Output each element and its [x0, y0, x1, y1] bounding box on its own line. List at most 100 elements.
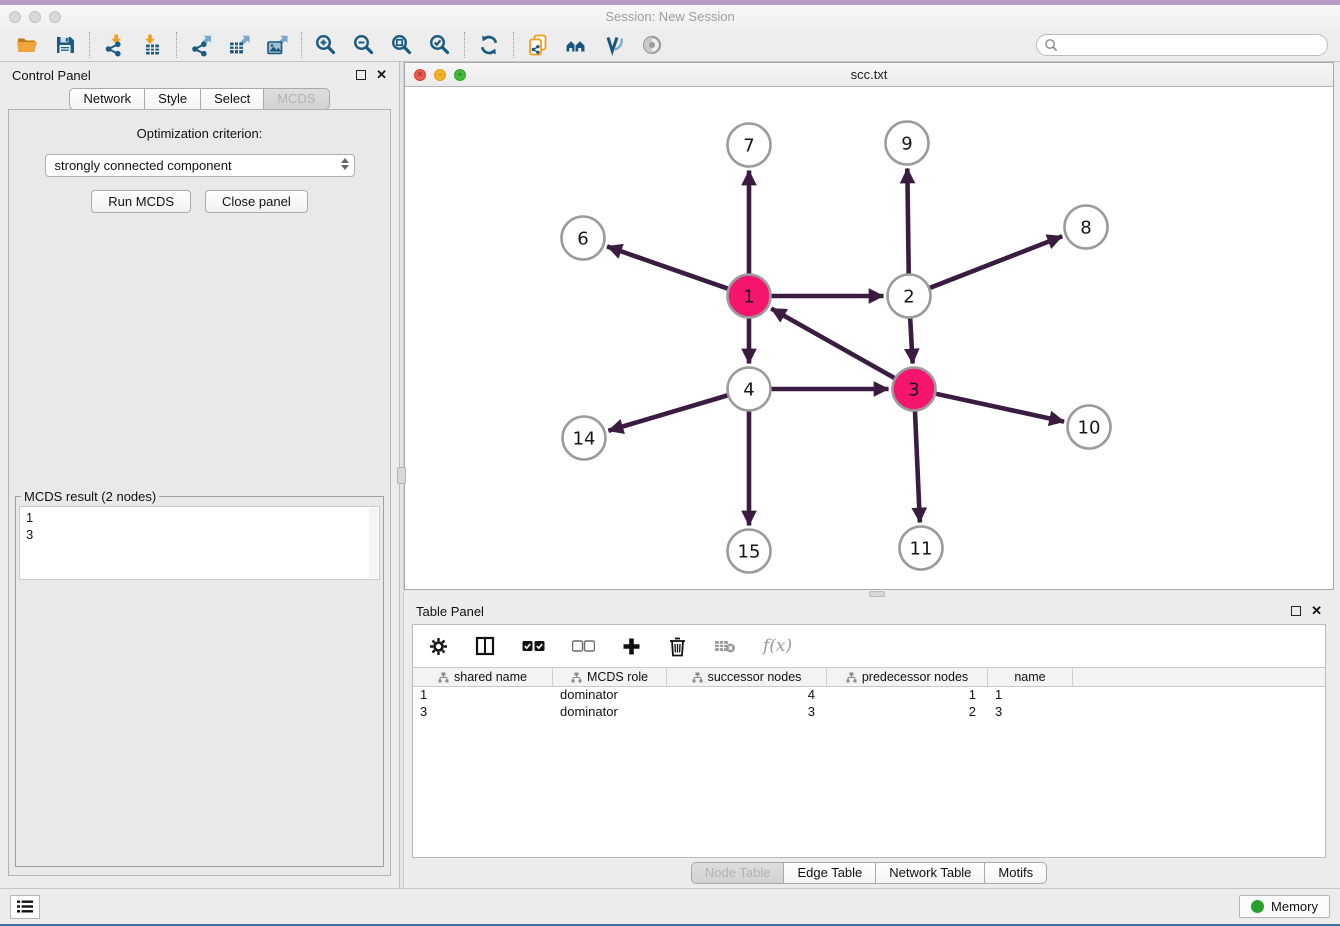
import-table-icon[interactable]: [133, 30, 171, 60]
close-panel-icon[interactable]: ✕: [1311, 606, 1322, 616]
table-header-row: shared nameMCDS rolesuccessor nodesprede…: [413, 667, 1325, 687]
memory-label: Memory: [1271, 899, 1318, 914]
toolbar-separator: [89, 32, 90, 58]
cell-mcds-role-row1[interactable]: dominator: [553, 704, 667, 721]
zoom-fit-icon[interactable]: [383, 30, 421, 60]
horizontal-splitter[interactable]: [404, 590, 1334, 598]
control-panel-title: Control Panel: [12, 68, 91, 83]
export-network-icon[interactable]: [182, 30, 220, 60]
cell-successor-nodes-row0[interactable]: 4: [667, 687, 827, 704]
clone-network-icon[interactable]: [519, 30, 557, 60]
graph-edge-1-6[interactable]: [607, 246, 729, 288]
graph-node-label-11: 11: [910, 539, 933, 560]
table-toolbar: f(x): [413, 625, 1325, 667]
zoom-selected-icon[interactable]: [421, 30, 459, 60]
column-header-predecessor-nodes[interactable]: predecessor nodes: [827, 668, 988, 686]
graph-edge-3-11[interactable]: [915, 410, 920, 522]
function-builder-icon: f(x): [763, 636, 792, 656]
column-header-successor-nodes[interactable]: successor nodes: [667, 668, 827, 686]
search-field[interactable]: [1036, 34, 1328, 56]
graph-edge-4-14[interactable]: [608, 395, 728, 431]
zoom-out-icon[interactable]: [345, 30, 383, 60]
cell-predecessor-nodes-row1[interactable]: 2: [827, 704, 988, 721]
graph-node-label-3: 3: [908, 380, 919, 401]
gear-icon[interactable]: [429, 637, 448, 656]
task-history-button[interactable]: [10, 895, 40, 919]
graph-edge-3-1[interactable]: [771, 309, 895, 379]
column-layout-icon[interactable]: [475, 636, 495, 656]
vizmap-icon[interactable]: [595, 30, 633, 60]
mcds-result-title: MCDS result (2 nodes): [21, 489, 159, 504]
graph-node-label-6: 6: [577, 229, 588, 250]
window-title: Session: New Session: [0, 9, 1340, 24]
select-all-icon[interactable]: [522, 640, 545, 652]
export-image-icon[interactable]: [258, 30, 296, 60]
tab-network[interactable]: Network: [69, 88, 145, 110]
delete-row-icon[interactable]: [668, 636, 687, 657]
tab-style[interactable]: Style: [145, 88, 201, 110]
application-window: Session: New Session: [0, 0, 1340, 926]
graph-edge-3-10[interactable]: [935, 394, 1064, 422]
cell-name-row0[interactable]: 1: [988, 687, 1073, 704]
search-input[interactable]: [1062, 36, 1327, 54]
search-icon: [1044, 38, 1058, 52]
cell-shared-name-row1[interactable]: 3: [413, 704, 553, 721]
tab-mcds[interactable]: MCDS: [264, 88, 329, 110]
panel-splitter[interactable]: [399, 62, 404, 888]
titlebar: Session: New Session: [0, 5, 1340, 28]
tab-motifs[interactable]: Motifs: [985, 862, 1047, 884]
result-scrollbar[interactable]: [369, 508, 378, 578]
close-panel-icon[interactable]: ✕: [376, 70, 387, 80]
control-panel-tabs: NetworkStyleSelectMCDS: [0, 88, 399, 110]
cell-shared-name-row0[interactable]: 1: [413, 687, 553, 704]
column-header-name[interactable]: name: [988, 668, 1073, 686]
graph-node-label-2: 2: [903, 287, 914, 308]
dropdown-stepper-icon: [341, 158, 349, 170]
mcds-panel: Optimization criterion: strongly connect…: [8, 109, 391, 876]
import-network-icon[interactable]: [95, 30, 133, 60]
status-bar: Memory: [0, 888, 1340, 924]
splitter-handle-icon[interactable]: [869, 591, 885, 597]
criterion-dropdown[interactable]: strongly connected component: [45, 154, 355, 177]
tab-node-table[interactable]: Node Table: [691, 862, 785, 884]
network-canvas[interactable]: 1234678910111415: [405, 87, 1333, 589]
graph-node-label-9: 9: [901, 134, 912, 155]
run-mcds-button[interactable]: Run MCDS: [91, 190, 191, 213]
table-row: 1dominator411: [413, 687, 1325, 704]
cell-name-row1[interactable]: 3: [988, 704, 1073, 721]
export-table-icon[interactable]: [220, 30, 258, 60]
graph-node-label-1: 1: [743, 287, 754, 308]
tab-edge-table[interactable]: Edge Table: [784, 862, 876, 884]
tab-select[interactable]: Select: [201, 88, 264, 110]
column-header-shared-name[interactable]: shared name: [413, 668, 553, 686]
mcds-result-text[interactable]: 1 3: [19, 506, 380, 580]
memory-button[interactable]: Memory: [1239, 895, 1330, 918]
table-tabs: Node TableEdge TableNetwork TableMotifs: [691, 862, 1047, 884]
eye-icon[interactable]: [633, 30, 671, 60]
graph-edge-2-3[interactable]: [910, 317, 912, 363]
close-panel-button[interactable]: Close panel: [205, 190, 308, 213]
toolbar-separator: [464, 32, 465, 58]
deselect-all-icon[interactable]: [572, 640, 595, 652]
graph-node-label-15: 15: [738, 542, 761, 563]
add-row-icon[interactable]: [622, 637, 641, 656]
float-panel-icon[interactable]: [356, 70, 366, 80]
tab-network-table[interactable]: Network Table: [876, 862, 985, 884]
save-session-icon[interactable]: [46, 30, 84, 60]
graph-edge-2-9[interactable]: [907, 168, 908, 274]
cell-mcds-role-row0[interactable]: dominator: [553, 687, 667, 704]
toolbar-separator: [301, 32, 302, 58]
column-header-mcds-role[interactable]: MCDS role: [553, 668, 667, 686]
network-window-title: scc.txt: [405, 67, 1333, 82]
graph-node-label-7: 7: [743, 136, 754, 157]
memory-status-icon: [1251, 900, 1264, 913]
open-file-icon[interactable]: [8, 30, 46, 60]
graph-edge-2-8[interactable]: [929, 236, 1062, 288]
cell-predecessor-nodes-row0[interactable]: 1: [827, 687, 988, 704]
cell-successor-nodes-row1[interactable]: 3: [667, 704, 827, 721]
zoom-in-icon[interactable]: [307, 30, 345, 60]
homes-icon[interactable]: [557, 30, 595, 60]
splitter-handle-icon[interactable]: [397, 467, 406, 484]
float-panel-icon[interactable]: [1291, 606, 1301, 616]
refresh-layout-icon[interactable]: [470, 30, 508, 60]
